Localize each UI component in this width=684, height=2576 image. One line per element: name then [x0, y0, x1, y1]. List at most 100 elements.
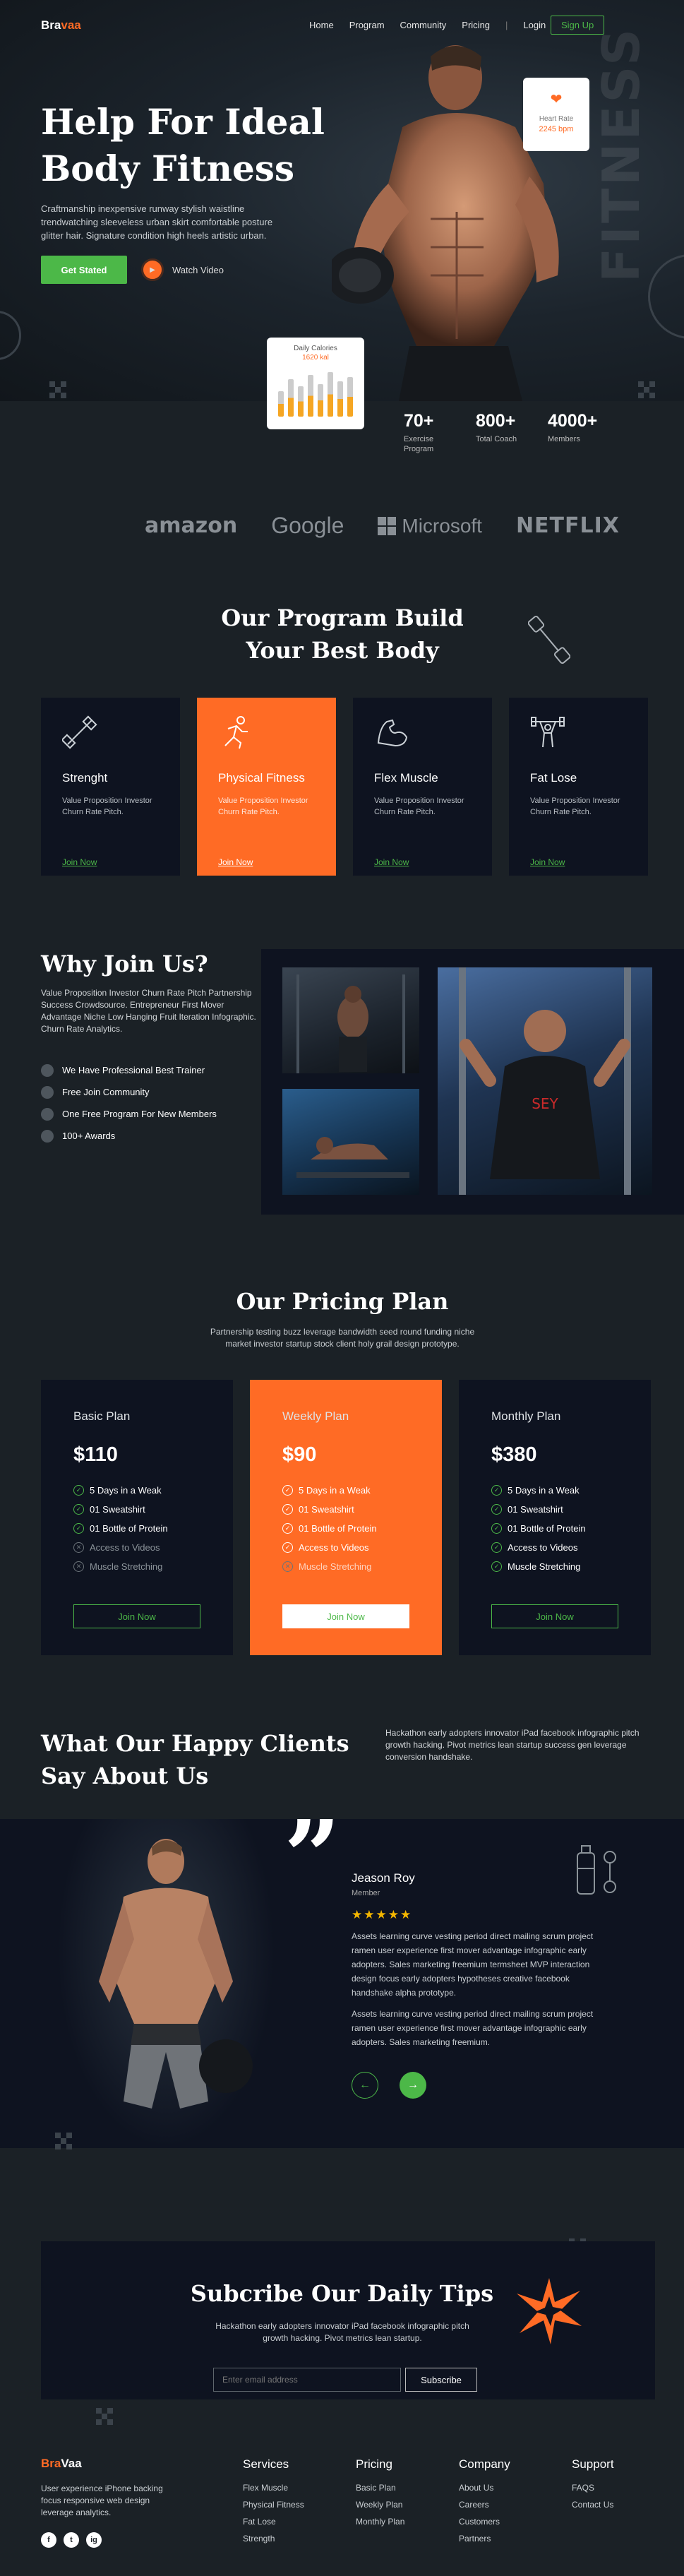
plan-feature: ✓ Access to Videos — [491, 1538, 618, 1557]
decor-ring — [0, 311, 21, 360]
program-card-fat-lose: Fat Lose Value Proposition Investor Chur… — [509, 698, 648, 876]
feature-label: Access to Videos — [508, 1542, 578, 1553]
logo[interactable]: Bravaa — [41, 18, 81, 32]
program-card-flex-muscle: Flex Muscle Value Proposition Investor C… — [353, 698, 492, 876]
dumbbell-icon — [61, 715, 159, 754]
footer-link[interactable]: Strength — [243, 2534, 275, 2544]
calories-bar — [298, 386, 304, 417]
feature-label: Access to Videos — [299, 1542, 369, 1553]
join-now-link[interactable]: Join Now — [62, 857, 159, 867]
footer-link[interactable]: Weekly Plan — [356, 2500, 402, 2510]
decor-pixels — [49, 381, 66, 398]
check-icon: ✓ — [491, 1504, 502, 1515]
client-name: Jeason Roy — [352, 1871, 415, 1885]
footer-logo[interactable]: BraVaa — [41, 2457, 82, 2471]
footer-link[interactable]: Careers — [459, 2500, 489, 2510]
check-icon: ✓ — [282, 1504, 293, 1515]
microsoft-icon — [378, 516, 397, 535]
nav-item-pricing[interactable]: Pricing — [462, 20, 490, 30]
watch-video-button[interactable]: ▶ Watch Video — [141, 258, 224, 281]
feature-label: Muscle Stretching — [299, 1561, 372, 1572]
why-item: We Have Professional Best Trainer — [41, 1059, 217, 1081]
join-now-link[interactable]: Join Now — [374, 857, 471, 867]
plan-price: $90 — [282, 1443, 317, 1466]
testimonial-paragraph-1: Assets learning curve vesting period dir… — [352, 1931, 594, 1998]
program-name: Physical Fitness — [218, 771, 305, 785]
footer-link[interactable]: Contact Us — [572, 2500, 613, 2510]
footer-link[interactable]: Partners — [459, 2534, 491, 2544]
plan-price: $110 — [73, 1443, 118, 1466]
get-started-button[interactable]: Get Stated — [41, 256, 127, 284]
calories-bar — [288, 379, 294, 417]
nav-separator: | — [505, 20, 508, 30]
nav-login[interactable]: Login — [523, 20, 546, 30]
brand-netflix: NETFLIX — [515, 513, 620, 538]
program-desc: Value Proposition Investor Churn Rate Pi… — [62, 797, 152, 816]
plan-join-button[interactable]: Join Now — [73, 1604, 200, 1628]
footer-column-pricing: Pricing Basic Plan Weekly Plan Monthly P… — [356, 2457, 404, 2534]
prev-arrow-icon[interactable]: ← — [352, 2072, 378, 2099]
hero-description: Craftmanship inexpensive runway stylish … — [41, 203, 273, 241]
footer-link[interactable]: FAQS — [572, 2483, 594, 2493]
nav-item-program[interactable]: Program — [349, 20, 385, 30]
heart-rate-card: ❤ Heart Rate 2245 bpm — [523, 78, 589, 151]
logo-suffix: vaa — [61, 18, 81, 32]
footer-link[interactable]: About Us — [459, 2483, 493, 2493]
footer-link[interactable]: Physical Fitness — [243, 2500, 304, 2510]
stat-programs: 70+ Exercise Program — [404, 411, 446, 454]
why-item: One Free Program For New Members — [41, 1103, 217, 1125]
signup-button[interactable]: Sign Up — [551, 16, 605, 35]
program-name: Flex Muscle — [374, 771, 438, 785]
nav-item-community[interactable]: Community — [400, 20, 447, 30]
stat-coach: 800+ Total Coach — [476, 411, 518, 454]
feature-label: Muscle Stretching — [508, 1561, 581, 1572]
decor-pixels — [55, 2133, 72, 2149]
calories-bar — [347, 377, 353, 417]
plan-feature: ✓ 5 Days in a Weak — [491, 1481, 618, 1500]
gym-photo-2 — [282, 1089, 419, 1195]
brand-microsoft-label: Microsoft — [402, 514, 482, 537]
why-list: We Have Professional Best Trainer Free J… — [41, 1059, 217, 1147]
cross-icon: ✕ — [73, 1542, 84, 1553]
plan-feature: ✓ 01 Bottle of Protein — [282, 1519, 409, 1538]
plan-card-weekly: Weekly Plan $90 ✓ 5 Days in a Weak ✓ 01 Sw… — [250, 1380, 442, 1655]
join-now-link[interactable]: Join Now — [218, 857, 315, 867]
check-icon: ✓ — [491, 1523, 502, 1534]
gym-photo-3: SEY — [438, 967, 652, 1195]
email-input[interactable] — [213, 2368, 401, 2392]
plan-join-button[interactable]: Join Now — [282, 1604, 409, 1628]
join-now-link[interactable]: Join Now — [530, 857, 627, 867]
twitter-icon[interactable]: t — [64, 2532, 79, 2548]
footer-link[interactable]: Fat Lose — [243, 2517, 276, 2527]
stat-number: 4000+ — [548, 411, 598, 431]
cross-icon: ✕ — [73, 1561, 84, 1572]
weightlifter-icon — [530, 715, 627, 754]
footer-link[interactable]: Flex Muscle — [243, 2483, 288, 2493]
footer-column-title: Services — [243, 2457, 289, 2471]
brand-amazon: amazon — [145, 513, 238, 538]
daily-calories-card: Daily Calories 1620 kal — [267, 338, 364, 429]
social-links: f t ig — [41, 2532, 102, 2548]
footer-link[interactable]: Basic Plan — [356, 2483, 396, 2493]
check-icon: ✓ — [282, 1485, 293, 1496]
program-desc: Value Proposition Investor Churn Rate Pi… — [530, 797, 620, 816]
footer-column-support: Support FAQS Contact Us — [572, 2457, 614, 2517]
next-arrow-icon[interactable]: → — [400, 2072, 426, 2099]
plan-join-button[interactable]: Join Now — [491, 1604, 618, 1628]
nav-item-home[interactable]: Home — [309, 20, 334, 30]
footer-link[interactable]: Monthly Plan — [356, 2517, 404, 2527]
footer-description: User experience iPhone backing focus res… — [41, 2483, 163, 2517]
program-cards: Strenght Value Proposition Investor Chur… — [41, 698, 648, 876]
plan-feature: ✕ Access to Videos — [73, 1538, 200, 1557]
facebook-icon[interactable]: f — [41, 2532, 56, 2548]
plan-feature: ✓ Access to Videos — [282, 1538, 409, 1557]
instagram-icon[interactable]: ig — [86, 2532, 102, 2548]
calories-bar — [308, 375, 313, 417]
footer-link[interactable]: Customers — [459, 2517, 500, 2527]
check-icon: ✓ — [282, 1542, 293, 1553]
pricing-description: Partnership testing buzz leverage bandwi… — [210, 1327, 475, 1349]
why-item: Free Join Community — [41, 1081, 217, 1103]
footer-column-services: Services Flex Muscle Physical Fitness Fa… — [243, 2457, 304, 2551]
subscribe-button[interactable]: Subscribe — [405, 2368, 477, 2392]
why-description: Value Proposition Investor Churn Rate Pi… — [41, 988, 256, 1034]
